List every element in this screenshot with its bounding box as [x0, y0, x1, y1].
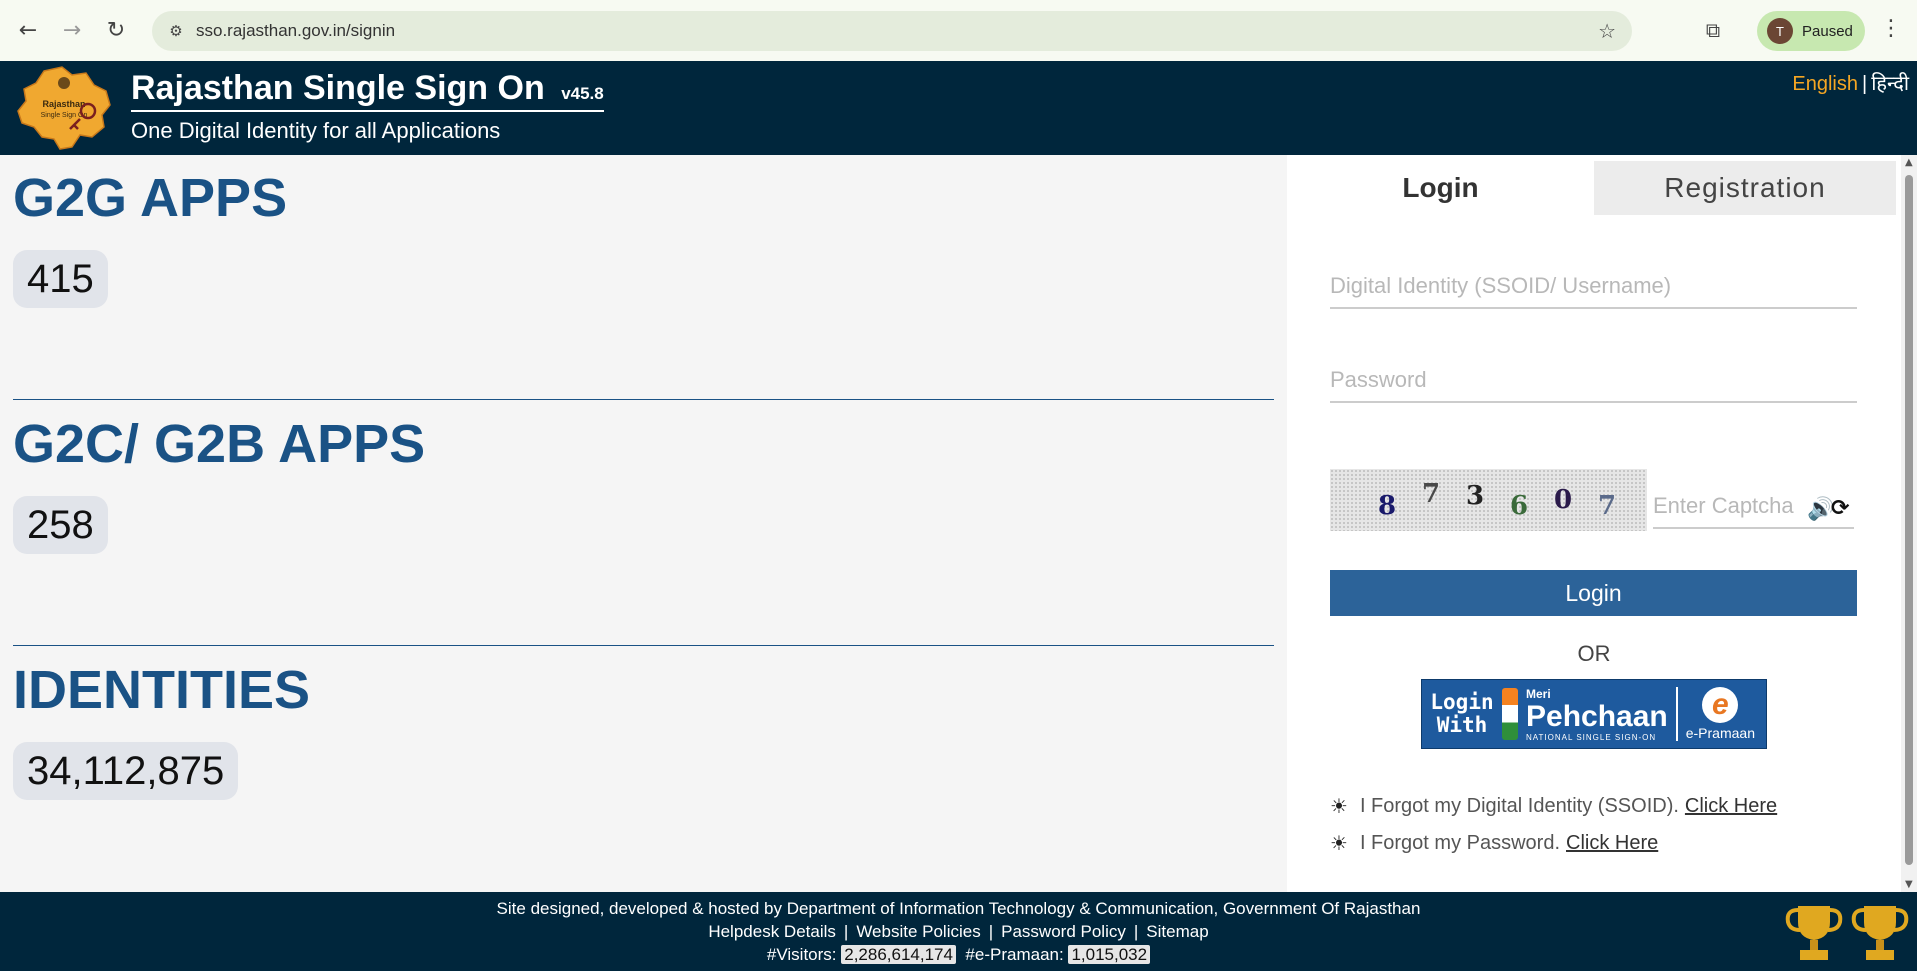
forward-icon[interactable]: → — [54, 13, 90, 49]
scroll-up-icon[interactable]: ▲ — [1905, 157, 1913, 168]
epramaan-brand: e e-Pramaan — [1686, 687, 1755, 741]
visitors-label: #Visitors: — [766, 945, 837, 964]
pehchaan-separator — [1675, 687, 1678, 741]
back-icon[interactable]: ← — [10, 13, 46, 49]
footer-separator: | — [988, 922, 994, 941]
forgot-password-text: I Forgot my Password. — [1359, 831, 1560, 854]
profile-status: Paused — [1802, 22, 1853, 40]
stats-section: G2G APPS 415 G2C/ G2B APPS 258 IDENTITIE… — [0, 155, 1287, 892]
sun-bullet-icon: ☀ — [1330, 794, 1348, 818]
identities-count: 34,112,875 — [13, 742, 239, 800]
trophy-icon — [1851, 906, 1909, 960]
site-title: Rajasthan Single Sign On — [131, 69, 545, 107]
extensions-icon[interactable]: ⧉ — [1697, 14, 1729, 46]
footer-counters: #Visitors: 2,286,614,174 #e-Pramaan: 1,0… — [0, 945, 1917, 965]
pehchaan-login-line2: With — [1436, 713, 1488, 737]
tricolor-flag-icon — [1502, 688, 1518, 740]
divider — [13, 399, 1274, 400]
identities-title: IDENTITIES — [13, 660, 311, 720]
captcha-image: 8 7 3 6 0 7 — [1330, 469, 1647, 531]
forgot-password-link[interactable]: Click Here — [1566, 832, 1658, 855]
url-text[interactable]: sso.rajasthan.gov.in/signin — [196, 21, 395, 41]
password-input[interactable] — [1330, 359, 1857, 403]
sun-bullet-icon: ☀ — [1330, 831, 1348, 855]
login-panel: Login Registration 8 7 3 6 0 7 Login OR … — [1287, 155, 1901, 892]
g2c-g2b-apps-title: G2C/ G2B APPS — [13, 414, 426, 474]
website-policies-link[interactable]: Website Policies — [856, 922, 980, 941]
pehchaan-meri: Meri — [1526, 686, 1551, 701]
brand: Rajasthan Single Sign On v45.8 — [131, 69, 604, 112]
captcha-digit: 0 — [1554, 485, 1573, 515]
logo-text-line1: Rajasthan — [42, 99, 85, 109]
pehchaan-brand: Meri Pehchaan NATIONAL SINGLE SIGN-ON — [1526, 687, 1668, 742]
scroll-thumb[interactable] — [1905, 175, 1913, 865]
refresh-captcha-icon[interactable]: ⟳ — [1831, 496, 1849, 521]
footer-links: Helpdesk Details | Website Policies | Passwo… — [0, 922, 1917, 942]
forgot-password: ☀ I Forgot my Password. Click Here — [1330, 831, 1658, 855]
avatar: T — [1767, 18, 1793, 44]
g2g-apps-title: G2G APPS — [13, 168, 288, 228]
epramaan-label: e-Pramaan — [1685, 725, 1755, 741]
site-info-icon[interactable]: ⚙ — [164, 19, 188, 43]
password-policy-link[interactable]: Password Policy — [1001, 922, 1126, 941]
address-bar[interactable]: ⚙ sso.rajasthan.gov.in/signin ☆ — [152, 11, 1632, 51]
epramaan-count-label: #e-Pramaan: — [965, 945, 1064, 964]
language-switcher: English | हिन्दी — [1792, 69, 1909, 96]
captcha-digit: 8 — [1378, 491, 1397, 521]
epramaan-e-icon: e — [1702, 687, 1739, 723]
pehchaan-name: Pehchaan — [1526, 699, 1668, 733]
epramaan-count: 1,015,032 — [1068, 945, 1151, 964]
visitors-count: 2,286,614,174 — [841, 945, 956, 964]
rajasthan-map-logo[interactable]: Rajasthan Single Sign On — [14, 65, 114, 151]
scroll-down-icon[interactable]: ▼ — [1905, 879, 1913, 890]
g2c-g2b-apps-count: 258 — [13, 496, 108, 554]
helpdesk-link[interactable]: Helpdesk Details — [708, 922, 836, 941]
footer-separator: | — [1133, 922, 1139, 941]
pehchaan-login-with: Login With — [1426, 691, 1498, 737]
forgot-ssoid: ☀ I Forgot my Digital Identity (SSOID). … — [1330, 794, 1777, 818]
captcha-digit: 6 — [1510, 491, 1529, 521]
tab-login[interactable]: Login — [1287, 161, 1594, 215]
site-footer: Site designed, developed & hosted by Dep… — [0, 892, 1917, 971]
lang-separator: | — [1862, 73, 1868, 95]
footer-credit: Site designed, developed & hosted by Dep… — [496, 899, 1421, 918]
browser-toolbar: ← → ↻ ⚙ sso.rajasthan.gov.in/signin ☆ ⧉ … — [0, 0, 1917, 61]
forgot-ssoid-text: I Forgot my Digital Identity (SSOID). — [1359, 794, 1679, 817]
lang-hindi-link[interactable]: हिन्दी — [1871, 71, 1909, 95]
divider — [13, 645, 1274, 646]
captcha-digit: 7 — [1598, 491, 1617, 521]
trophy-icon — [1785, 906, 1843, 960]
scrollbar[interactable]: ▲ ▼ — [1901, 155, 1917, 892]
sitemap-link[interactable]: Sitemap — [1146, 922, 1208, 941]
meri-pehchaan-login-button[interactable]: Login With Meri Pehchaan NATIONAL SINGLE… — [1421, 679, 1767, 749]
forgot-ssoid-link[interactable]: Click Here — [1685, 795, 1777, 818]
pehchaan-subtitle: NATIONAL SINGLE SIGN-ON — [1526, 732, 1657, 742]
ssoid-input[interactable] — [1330, 265, 1857, 309]
bookmark-star-icon[interactable]: ☆ — [1598, 19, 1616, 43]
captcha-digit: 3 — [1466, 481, 1485, 511]
lang-english-link[interactable]: English — [1792, 73, 1858, 95]
version-label: v45.8 — [561, 84, 604, 103]
more-menu-icon[interactable]: ⋮ — [1880, 16, 1902, 41]
g2g-apps-count: 415 — [13, 250, 108, 308]
login-button[interactable]: Login — [1330, 570, 1857, 616]
footer-separator: | — [843, 922, 849, 941]
site-header: Rajasthan Single Sign On Rajasthan Singl… — [0, 61, 1917, 155]
profile-button[interactable]: T Paused — [1757, 11, 1865, 51]
tagline: One Digital Identity for all Application… — [131, 118, 501, 143]
tab-registration[interactable]: Registration — [1594, 161, 1896, 215]
reload-icon[interactable]: ↻ — [98, 13, 134, 49]
or-separator: OR — [1577, 641, 1611, 666]
captcha-digit: 7 — [1422, 479, 1441, 509]
pehchaan-login-line1: Login — [1430, 690, 1494, 714]
